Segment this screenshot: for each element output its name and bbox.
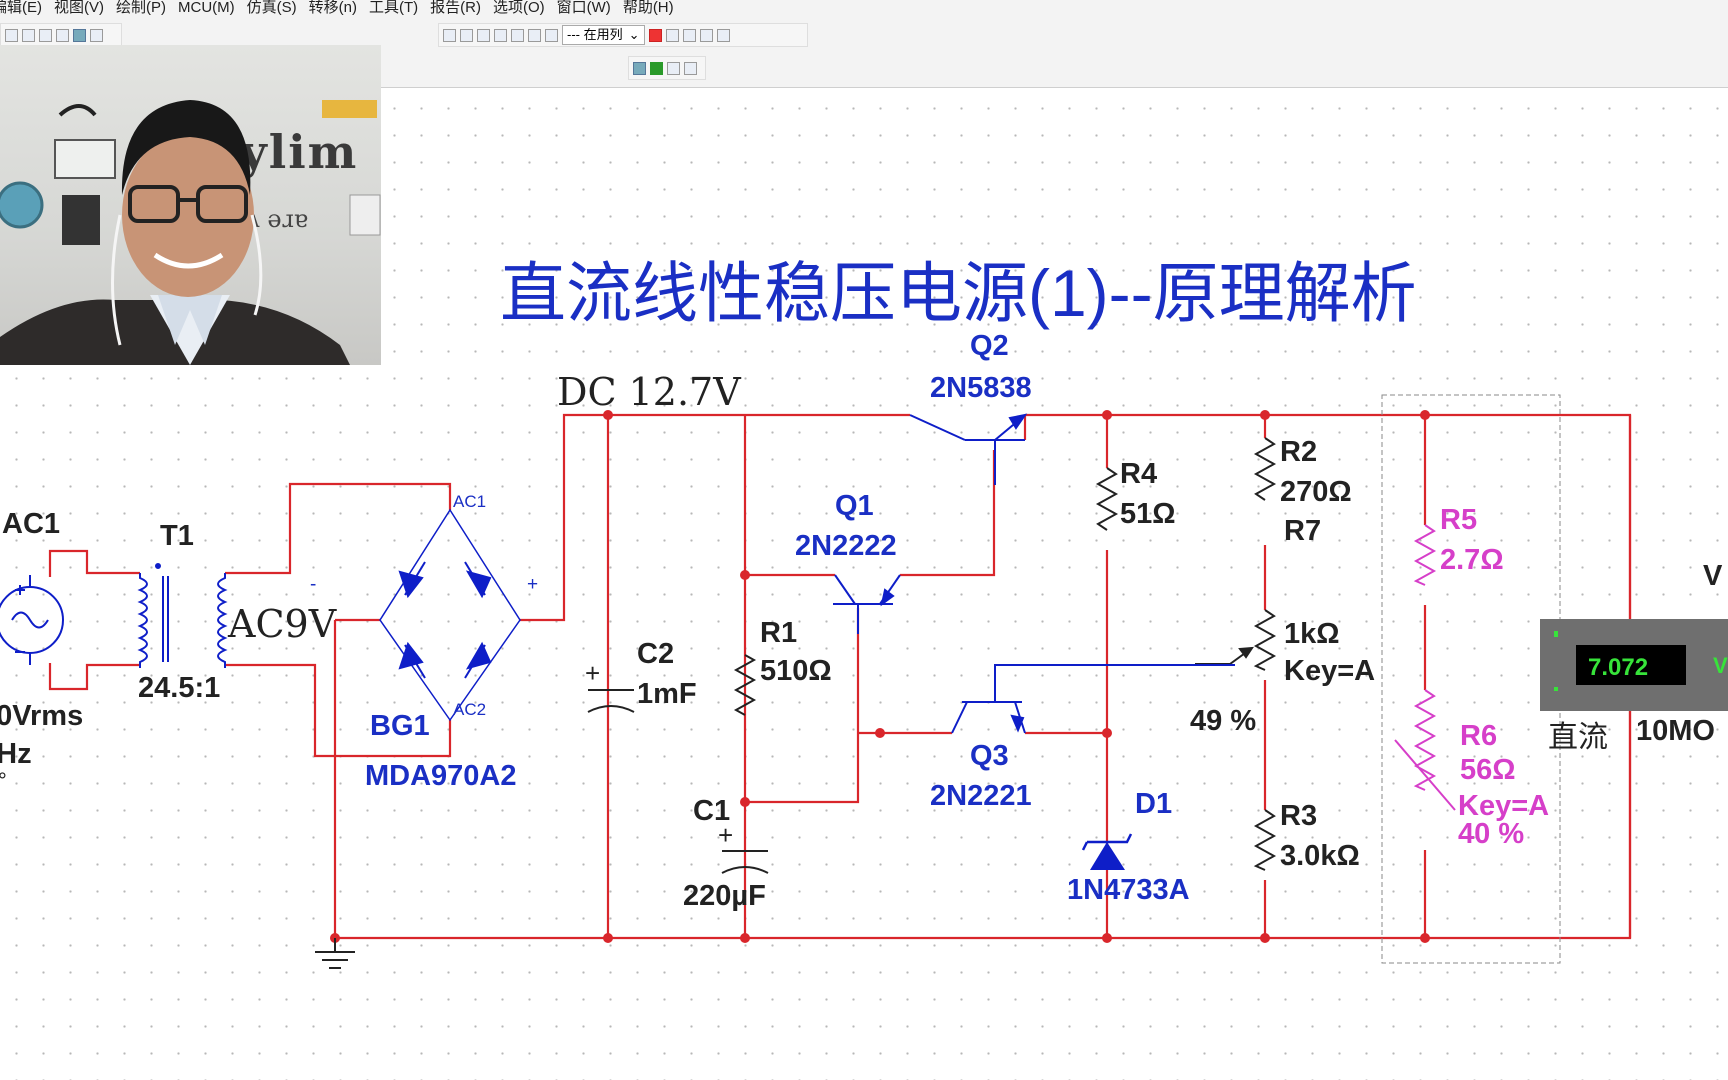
page-title: 直流线性稳压电源(1)--原理解析 <box>500 256 1417 330</box>
resistor-r4 <box>1095 467 1119 531</box>
ac-source-ac1 <box>0 575 64 665</box>
c2-plus: + <box>585 658 601 688</box>
webcam-overlay: ylim ǝʍ ǝɹɐ <box>0 45 381 365</box>
q1-ref: Q1 <box>835 490 874 522</box>
t1-secondary-label: AC9V <box>228 602 337 646</box>
r3-value: 3.0kΩ <box>1280 840 1360 872</box>
voltmeter-unit: V <box>1713 653 1728 678</box>
ac1-ref: AC1 <box>2 508 61 540</box>
r7-key: Key=A <box>1284 655 1376 687</box>
voltmeter-display: 7.072 <box>1576 645 1686 685</box>
potentiometer-r6 <box>1394 689 1456 811</box>
voltmeter-mode: 直流 <box>1548 721 1608 754</box>
ac1-freq: 0Hz <box>0 738 32 770</box>
t1-ratio: 24.5:1 <box>138 672 221 704</box>
q1-part: 2N2222 <box>795 530 897 562</box>
q2-ref: Q2 <box>970 330 1009 362</box>
r5-ref: R5 <box>1440 504 1478 536</box>
c2-ref: C2 <box>637 638 675 670</box>
voltmeter-reading: 7.072 <box>1588 654 1649 681</box>
r6-value: 56Ω <box>1460 754 1516 786</box>
r6-percent: 40 % <box>1458 818 1525 850</box>
ac1-phase: ° <box>0 768 7 793</box>
r7-ref: R7 <box>1284 515 1322 547</box>
resistor-r5 <box>1413 524 1437 586</box>
potentiometer-r7 <box>1195 609 1277 671</box>
q3-ref: Q3 <box>970 740 1009 772</box>
bg1-ref: BG1 <box>370 710 430 742</box>
r7-percent: 49 % <box>1190 705 1257 737</box>
voltmeter-ref: V <box>1703 560 1723 592</box>
r2-value: 270Ω <box>1280 476 1352 508</box>
dc-voltage-label: DC 12.7V <box>557 370 741 414</box>
d1-part: 1N4733A <box>1067 874 1190 906</box>
c2-value: 1mF <box>637 678 697 710</box>
selection-box[interactable] <box>1381 394 1561 964</box>
r2-ref: R2 <box>1280 436 1318 468</box>
bridge-rectifier-bg1 <box>379 508 521 722</box>
bg1-pin-ac1: AC1 <box>453 492 487 511</box>
voltmeter-terminal-plus-icon <box>1554 631 1558 637</box>
voltmeter-impedance: 10MO <box>1636 715 1715 747</box>
r3-ref: R3 <box>1280 800 1318 832</box>
bg1-pin-minus: - <box>310 574 317 595</box>
t1-ref: T1 <box>160 520 194 552</box>
resistor-r1 <box>733 654 757 716</box>
r1-value: 510Ω <box>760 655 832 687</box>
r4-ref: R4 <box>1120 458 1158 490</box>
capacitor-c2 <box>587 689 635 713</box>
transformer-t1 <box>137 563 228 668</box>
transistor-q1 <box>833 574 901 634</box>
bg1-pin-ac2: AC2 <box>453 700 487 719</box>
c1-plus: + <box>718 820 734 850</box>
r1-ref: R1 <box>760 617 798 649</box>
r4-value: 51Ω <box>1120 498 1176 530</box>
r7-value: 1kΩ <box>1284 618 1340 650</box>
bg1-part: MDA970A2 <box>365 760 517 792</box>
r6-ref: R6 <box>1460 720 1498 752</box>
c1-value: 220µF <box>683 880 766 912</box>
q2-part: 2N5838 <box>930 372 1032 404</box>
d1-ref: D1 <box>1135 788 1173 820</box>
voltmeter-terminal-minus-icon <box>1554 687 1558 691</box>
ac1-value: 20Vrms <box>0 700 84 732</box>
resistor-r3 <box>1253 809 1277 871</box>
r5-value: 2.7Ω <box>1440 544 1504 576</box>
bg1-pin-plus: + <box>527 574 539 595</box>
presenter-video <box>0 100 381 365</box>
q3-part: 2N2221 <box>930 780 1032 812</box>
transistor-q2 <box>909 413 1028 485</box>
ground-symbol <box>315 938 355 969</box>
voltmeter[interactable]: 7.072 V <box>1540 619 1728 711</box>
resistor-r2 <box>1253 437 1277 501</box>
